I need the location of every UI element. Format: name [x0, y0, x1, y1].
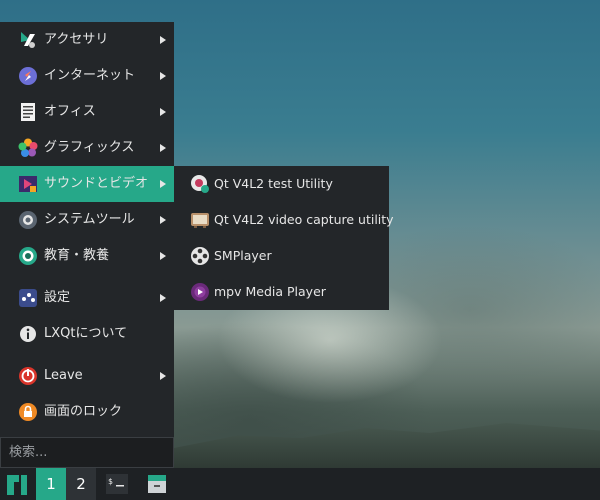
education-icon — [19, 247, 37, 265]
menu-item-label: 画面のロック — [44, 404, 123, 419]
submenu-item-mpv[interactable]: mpv Media Player — [174, 274, 389, 310]
menu-search-input[interactable] — [0, 437, 174, 468]
terminal-icon[interactable]: $ — [106, 474, 128, 494]
accessories-icon — [21, 32, 35, 48]
submenu-arrow-icon — [160, 180, 166, 188]
submenu-arrow-icon — [160, 72, 166, 80]
menu-item-system-tools[interactable]: システムツール — [0, 202, 174, 238]
file-manager-icon[interactable] — [146, 473, 168, 495]
submenu-item-qt-v4l2-capture[interactable]: Qt V4L2 video capture utility — [174, 202, 394, 238]
film-reel-icon — [191, 247, 209, 265]
menu-item-leave[interactable]: Leave — [0, 358, 174, 394]
menu-item-about-lxqt[interactable]: LXQtについて — [0, 316, 174, 352]
tv-icon — [191, 213, 209, 228]
lock-icon — [19, 403, 37, 421]
system-tools-icon — [19, 211, 37, 229]
mpv-icon — [191, 283, 209, 301]
internet-icon — [19, 67, 37, 85]
menu-item-label: システムツール — [44, 212, 135, 227]
menu-item-accessories[interactable]: アクセサリ — [0, 22, 174, 58]
main-menu-logo-icon[interactable] — [6, 474, 28, 496]
submenu-arrow-icon — [160, 216, 166, 224]
graphics-icon — [18, 138, 38, 157]
menu-item-label: アクセサリ — [44, 32, 109, 47]
menu-item-label: Leave — [44, 368, 83, 383]
submenu-item-smplayer[interactable]: SMPlayer — [174, 238, 389, 274]
menu-item-lock-screen[interactable]: 画面のロック — [0, 394, 174, 430]
office-icon — [21, 103, 35, 121]
power-icon — [19, 367, 37, 385]
submenu-item-label: Qt V4L2 video capture utility — [214, 212, 394, 227]
svg-text:$: $ — [108, 477, 113, 486]
menu-item-education[interactable]: 教育・教養 — [0, 238, 174, 274]
settings-icon — [19, 289, 37, 307]
webcam-test-icon — [191, 175, 209, 193]
desktop-switch-2[interactable]: 2 — [66, 468, 96, 500]
info-icon — [20, 326, 36, 342]
submenu-item-label: SMPlayer — [214, 248, 272, 263]
submenu-arrow-icon — [160, 372, 166, 380]
menu-item-settings[interactable]: 設定 — [0, 280, 174, 316]
menu-item-sound-video[interactable]: サウンドとビデオ — [0, 166, 174, 202]
submenu-item-label: Qt V4L2 test Utility — [214, 176, 333, 191]
application-menu: アクセサリ インターネット オフィス グラフィックス サウンドとビデオ システム — [0, 22, 174, 468]
menu-item-office[interactable]: オフィス — [0, 94, 174, 130]
menu-item-graphics[interactable]: グラフィックス — [0, 130, 174, 166]
submenu-sound-video: Qt V4L2 test Utility Qt V4L2 video captu… — [174, 166, 394, 310]
submenu-arrow-icon — [160, 294, 166, 302]
desktop-switch-1[interactable]: 1 — [36, 468, 66, 500]
menu-item-internet[interactable]: インターネット — [0, 58, 174, 94]
sound-video-icon — [19, 176, 37, 192]
submenu-arrow-icon — [160, 36, 166, 44]
submenu-item-qt-v4l2-test[interactable]: Qt V4L2 test Utility — [174, 166, 389, 202]
submenu-arrow-icon — [160, 108, 166, 116]
submenu-arrow-icon — [160, 252, 166, 260]
menu-item-label: オフィス — [44, 104, 96, 119]
menu-item-label: サウンドとビデオ — [44, 176, 149, 191]
menu-item-label: グラフィックス — [44, 140, 135, 155]
submenu-item-label: mpv Media Player — [214, 284, 326, 299]
menu-item-label: 設定 — [44, 290, 71, 305]
menu-item-label: 教育・教養 — [44, 248, 110, 263]
menu-item-label: インターネット — [44, 68, 136, 83]
menu-item-label: LXQtについて — [44, 326, 128, 341]
submenu-arrow-icon — [160, 144, 166, 152]
